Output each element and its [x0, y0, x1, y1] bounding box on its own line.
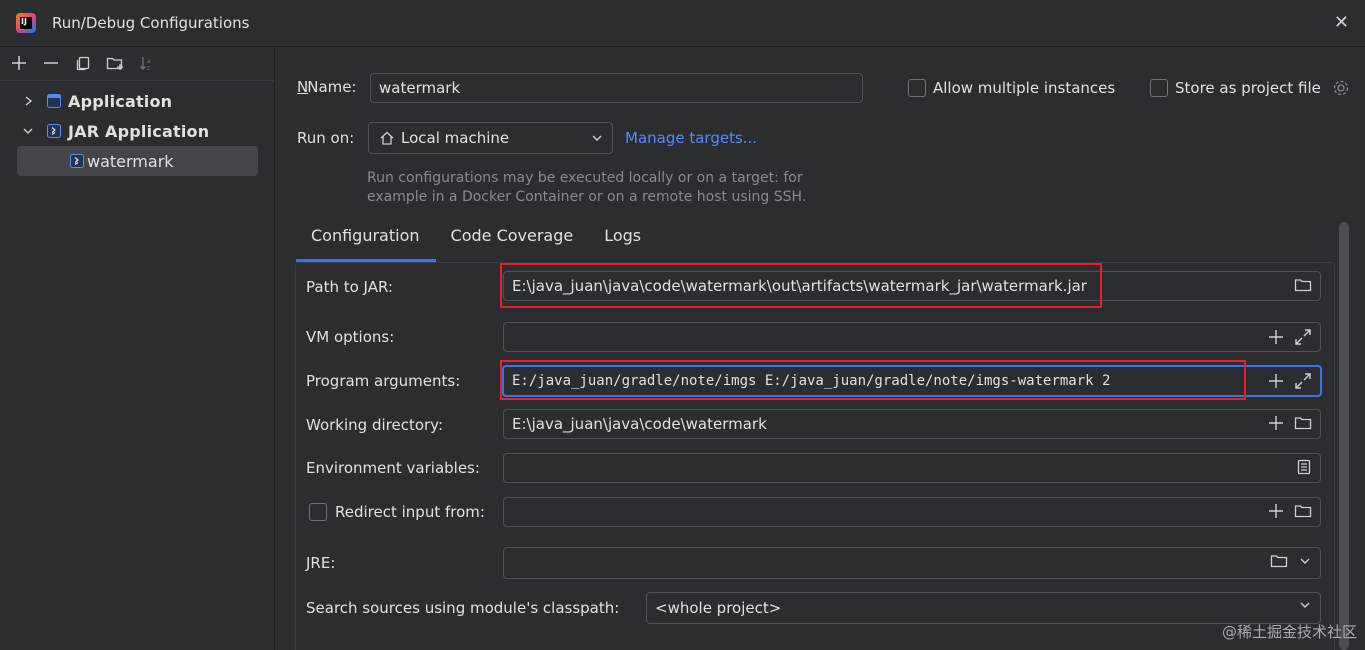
run-on-combo[interactable]: Local machine — [368, 122, 613, 154]
config-tabs: Configuration Code Coverage Logs — [296, 220, 657, 262]
configuration-tree: Application JAR Application watermark — [0, 86, 274, 176]
expand-icon[interactable] — [1294, 372, 1312, 390]
new-folder-icon[interactable] — [104, 52, 126, 74]
classpath-value: <whole project> — [655, 599, 782, 617]
document-list-icon[interactable] — [1296, 459, 1312, 475]
plus-icon[interactable] — [1268, 503, 1284, 519]
jre-combo[interactable] — [503, 547, 1321, 579]
svg-text:z: z — [147, 65, 150, 71]
allow-multiple-checkbox[interactable] — [908, 79, 926, 97]
program-arguments-label: Program arguments: — [306, 372, 461, 390]
home-icon — [379, 130, 395, 146]
vm-options-input[interactable] — [503, 322, 1321, 352]
folder-icon[interactable] — [1294, 415, 1312, 431]
left-toolbar: az — [8, 52, 158, 74]
add-icon[interactable] — [8, 52, 30, 74]
classpath-combo[interactable]: <whole project> — [646, 592, 1321, 624]
copy-icon[interactable] — [72, 52, 94, 74]
application-icon — [46, 93, 62, 109]
folder-icon[interactable] — [1294, 503, 1312, 519]
gear-icon[interactable] — [1332, 79, 1350, 97]
redirect-input-label: Redirect input from: — [335, 503, 485, 521]
environment-variables-label: Environment variables: — [306, 459, 480, 477]
vertical-scrollbar[interactable] — [1339, 222, 1349, 650]
highlight-box-path — [500, 263, 1102, 308]
run-on-value: Local machine — [401, 129, 510, 147]
close-icon[interactable]: ✕ — [1334, 12, 1349, 33]
working-directory-value: E:\java_juan\java\code\watermark — [512, 415, 767, 433]
plus-icon[interactable] — [1268, 329, 1284, 345]
store-project-checkbox[interactable] — [1150, 79, 1168, 97]
name-input[interactable]: watermark — [370, 73, 863, 103]
vm-options-label: VM options: — [306, 328, 395, 346]
chevron-down-icon[interactable] — [1298, 598, 1312, 612]
name-label: NName: — [297, 78, 357, 96]
run-on-label: Run on: — [297, 129, 355, 147]
tab-configuration[interactable]: Configuration — [296, 220, 436, 262]
working-directory-input[interactable]: E:\java_juan\java\code\watermark — [503, 409, 1321, 439]
title-divider — [0, 46, 1365, 47]
sort-icon[interactable]: az — [136, 52, 158, 74]
tree-item-application[interactable]: Application — [0, 86, 274, 116]
tab-code-coverage[interactable]: Code Coverage — [436, 220, 590, 262]
path-to-jar-label: Path to JAR: — [306, 278, 393, 296]
tree-item-label: Application — [68, 91, 173, 111]
jre-label: JRE: — [306, 554, 336, 572]
manage-targets-link[interactable]: Manage targets... — [625, 129, 757, 147]
name-value: watermark — [379, 79, 461, 97]
window-title: Run/Debug Configurations — [52, 14, 250, 32]
jar-application-icon — [46, 123, 62, 139]
allow-multiple-label: Allow multiple instances — [933, 79, 1116, 97]
tree-item-label: watermark — [87, 151, 174, 171]
chevron-right-icon[interactable] — [18, 95, 38, 107]
environment-variables-input[interactable] — [503, 453, 1321, 483]
store-project-label: Store as project file — [1175, 79, 1321, 97]
site-watermark: @稀土掘金技术社区 — [1221, 623, 1357, 641]
plus-icon[interactable] — [1268, 415, 1284, 431]
tab-logs[interactable]: Logs — [589, 220, 657, 262]
run-on-hint: Run configurations may be executed local… — [367, 170, 807, 205]
chevron-down-icon — [590, 131, 604, 145]
plus-icon[interactable] — [1268, 373, 1284, 389]
highlight-box-arguments — [500, 360, 1246, 400]
folder-icon[interactable] — [1294, 277, 1312, 293]
folder-icon[interactable] — [1270, 553, 1288, 569]
jar-config-icon — [69, 153, 85, 169]
tree-item-watermark[interactable]: watermark — [17, 146, 258, 176]
chevron-down-icon[interactable] — [18, 126, 38, 136]
tree-item-jar-application[interactable]: JAR Application — [0, 116, 274, 146]
toolbar-divider — [0, 80, 274, 81]
remove-icon[interactable] — [40, 52, 62, 74]
left-panel-divider — [274, 47, 275, 650]
working-directory-label: Working directory: — [306, 416, 444, 434]
redirect-input-checkbox[interactable] — [309, 503, 327, 521]
expand-icon[interactable] — [1294, 328, 1312, 346]
tree-item-label: JAR Application — [68, 121, 210, 141]
intellij-logo-icon: IJ — [16, 13, 36, 33]
classpath-label: Search sources using module's classpath: — [306, 599, 620, 617]
redirect-input-field[interactable] — [503, 497, 1321, 527]
chevron-down-icon[interactable] — [1298, 554, 1312, 568]
title-bar: IJ Run/Debug Configurations — [0, 0, 1365, 46]
svg-text:a: a — [147, 58, 151, 65]
